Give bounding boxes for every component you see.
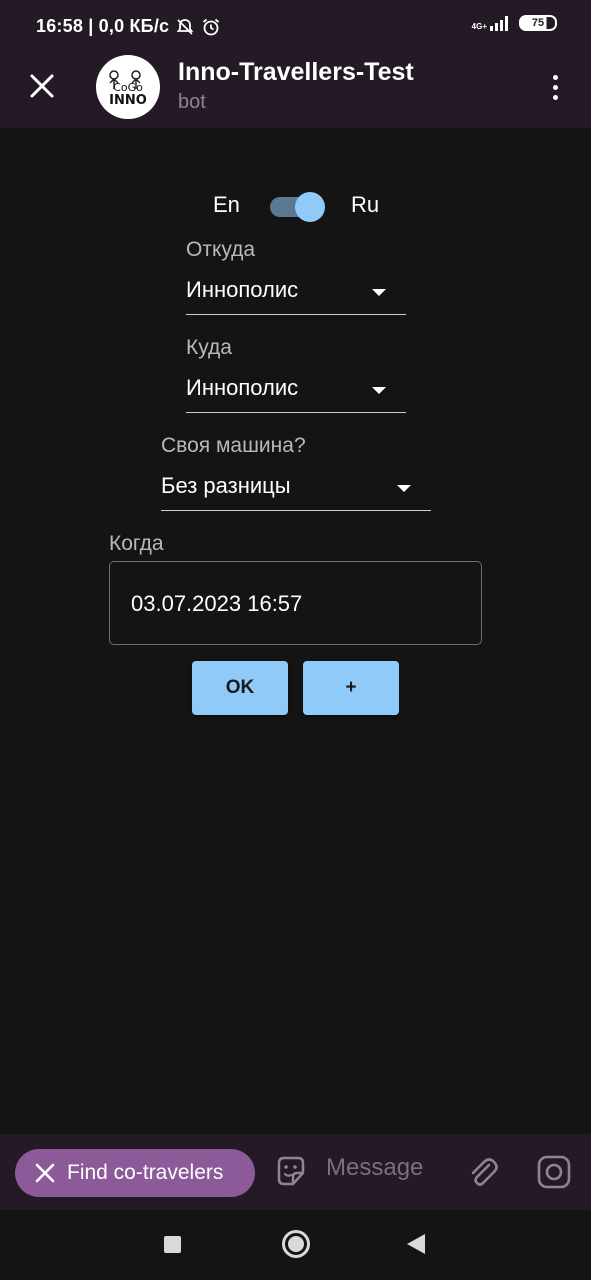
chat-subtitle: bot bbox=[178, 91, 206, 113]
bot-avatar[interactable]: CoGo INNO bbox=[96, 55, 160, 119]
close-button[interactable] bbox=[24, 68, 60, 104]
avatar-text-bottom: INNO bbox=[109, 93, 147, 108]
own-car-label: Своя машина? bbox=[161, 434, 306, 457]
sticker-icon bbox=[277, 1156, 305, 1186]
from-label: Откуда bbox=[186, 238, 256, 261]
menu-dot-icon bbox=[552, 94, 558, 100]
datetime-value: 03.07.2023 16:57 bbox=[131, 591, 303, 616]
chip-label: Find co-travelers bbox=[67, 1161, 224, 1184]
chat-title[interactable]: Inno-Travellers-Test bbox=[178, 58, 414, 87]
lang-ru-label: Ru bbox=[351, 192, 380, 217]
camera-button[interactable] bbox=[536, 1154, 572, 1190]
to-select[interactable]: Иннополис bbox=[186, 367, 406, 413]
ok-button[interactable]: OK bbox=[192, 661, 288, 715]
battery-icon: 75 bbox=[519, 15, 557, 31]
own-car-value: Без разницы bbox=[161, 473, 291, 498]
paperclip-icon bbox=[471, 1158, 498, 1186]
message-input-bar: Find co-travelers Message bbox=[0, 1134, 591, 1210]
chevron-down-icon bbox=[372, 289, 386, 296]
home-icon[interactable] bbox=[282, 1230, 310, 1258]
status-time-netspeed: 16:58 | 0,0 КБ/с bbox=[36, 16, 170, 36]
to-label: Куда bbox=[186, 336, 232, 359]
own-car-select[interactable]: Без разницы bbox=[161, 465, 431, 511]
close-icon bbox=[33, 1161, 57, 1185]
back-icon[interactable] bbox=[407, 1234, 425, 1254]
chevron-down-icon bbox=[372, 387, 386, 394]
attach-button[interactable] bbox=[465, 1154, 501, 1190]
chat-header: CoGo INNO Inno-Travellers-Test bot bbox=[0, 55, 591, 128]
recents-icon[interactable] bbox=[164, 1236, 181, 1253]
datetime-input[interactable]: 03.07.2023 16:57 bbox=[109, 561, 482, 645]
menu-dot-icon bbox=[552, 74, 558, 80]
camera-icon bbox=[537, 1155, 571, 1189]
status-bar: 16:58 | 0,0 КБ/с 4G+ 75 bbox=[0, 0, 591, 55]
network-type: 4G+ bbox=[471, 22, 487, 31]
bell-off-icon bbox=[176, 18, 194, 35]
language-switch-row: En Ru bbox=[0, 188, 591, 222]
sticker-button[interactable] bbox=[273, 1153, 309, 1189]
more-menu-button[interactable] bbox=[543, 69, 567, 105]
to-value: Иннополис bbox=[186, 375, 299, 400]
find-co-travelers-button[interactable]: Find co-travelers bbox=[15, 1149, 255, 1197]
toggle-thumb bbox=[295, 192, 325, 222]
from-value: Иннополис bbox=[186, 277, 299, 302]
signal-icon: 4G+ bbox=[472, 15, 511, 31]
from-select[interactable]: Иннополис bbox=[186, 269, 406, 315]
lang-en-label: En bbox=[213, 192, 240, 217]
cogo-inno-logo: CoGo INNO bbox=[109, 70, 147, 108]
when-label: Когда bbox=[109, 532, 164, 555]
close-icon bbox=[30, 74, 54, 98]
chevron-down-icon bbox=[397, 485, 411, 492]
menu-dot-icon bbox=[552, 84, 558, 90]
status-left: 16:58 | 0,0 КБ/с bbox=[36, 16, 221, 37]
alarm-icon bbox=[203, 18, 220, 35]
system-nav-bar bbox=[0, 1210, 591, 1280]
app-screen: 16:58 | 0,0 КБ/с 4G+ 75 CoGo INNO Inno-T… bbox=[0, 0, 591, 1280]
language-toggle[interactable] bbox=[268, 190, 326, 222]
add-button[interactable]: + bbox=[303, 661, 399, 715]
message-input[interactable]: Message bbox=[326, 1154, 423, 1182]
status-right: 4G+ 75 bbox=[472, 15, 557, 31]
battery-level: 75 bbox=[531, 17, 545, 29]
